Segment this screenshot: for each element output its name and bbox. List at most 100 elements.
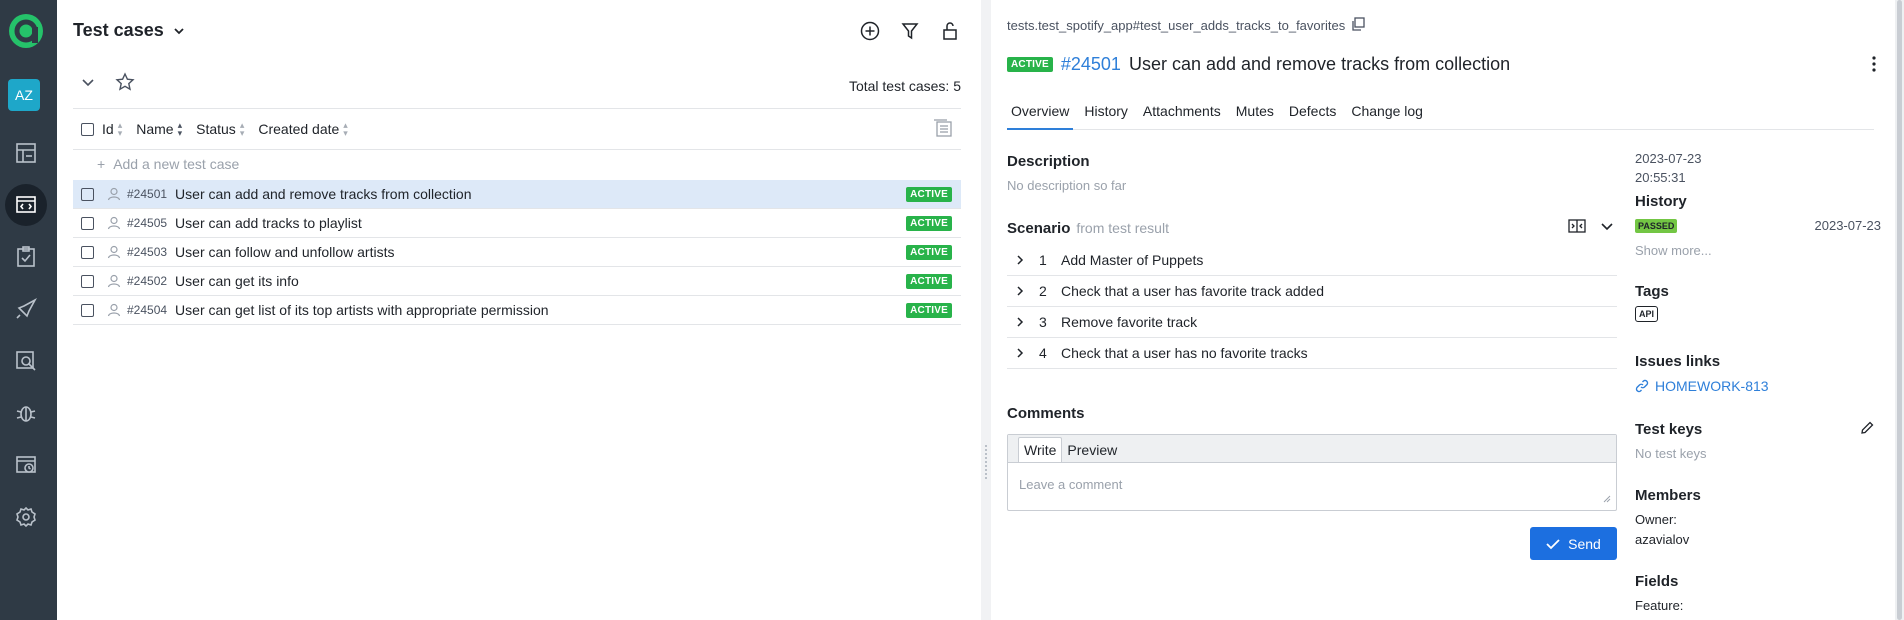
copy-icon[interactable] [1351, 17, 1365, 34]
tab-preview[interactable]: Preview [1062, 438, 1122, 462]
row-checkbox[interactable] [81, 187, 94, 201]
chevron-right-icon[interactable] [1015, 254, 1029, 266]
sort-icon: ▴ ▾ [177, 120, 183, 138]
history-date: 2023-07-23 [1814, 218, 1882, 233]
status-badge: ACTIVE [906, 273, 952, 289]
test-case-name: User can follow and unfollow artists [175, 244, 395, 260]
columns-settings-icon[interactable] [933, 118, 953, 140]
test-case-detail: tests.test_spotify_app#test_user_adds_tr… [991, 0, 1904, 620]
send-button[interactable]: Send [1530, 527, 1617, 560]
column-created-date[interactable]: Created date ▴ ▾ [258, 121, 347, 138]
tags-heading: Tags [1635, 283, 1669, 300]
tab-change-log[interactable]: Change log [1347, 100, 1427, 130]
person-icon [107, 274, 121, 288]
chevron-right-icon[interactable] [1015, 347, 1029, 359]
collapse-chevron-icon[interactable] [81, 75, 95, 89]
app-logo-icon[interactable] [7, 12, 45, 50]
table-row[interactable]: #24505 User can add tracks to playlist A… [73, 209, 961, 238]
owner-name: azavialov [1635, 532, 1690, 547]
scenario-step[interactable]: 2 Check that a user has favorite track a… [1007, 276, 1617, 307]
row-checkbox[interactable] [81, 274, 94, 288]
scenario-step[interactable]: 1 Add Master of Puppets [1007, 245, 1617, 276]
detail-title: ACTIVE #24501 User can add and remove tr… [1007, 54, 1510, 75]
status-badge: ACTIVE [1007, 57, 1053, 72]
chevron-down-icon [174, 27, 184, 34]
scenario-step[interactable]: 3 Remove favorite track [1007, 307, 1617, 338]
star-icon[interactable] [115, 72, 135, 92]
add-test-case-label: Add a new test case [113, 156, 240, 172]
dashboards-icon[interactable] [5, 132, 47, 174]
step-text: Add Master of Puppets [1061, 252, 1204, 268]
step-text: Check that a user has no favorite tracks [1061, 345, 1308, 361]
defects-icon[interactable] [5, 392, 47, 434]
resize-handle-icon[interactable] [1603, 490, 1611, 506]
chevron-right-icon[interactable] [1015, 285, 1029, 297]
test-case-id: #24502 [127, 274, 168, 288]
sort-icon: ▴ ▾ [239, 120, 245, 138]
comment-input[interactable]: Leave a comment [1019, 477, 1122, 492]
edit-icon[interactable] [1860, 421, 1874, 438]
test-case-title: User can add and remove tracks from coll… [1128, 54, 1511, 74]
row-checkbox[interactable] [81, 216, 94, 230]
tab-overview[interactable]: Overview [1007, 100, 1074, 130]
tag-chip[interactable]: API [1635, 306, 1659, 322]
issue-link[interactable]: HOMEWORK-813 [1635, 378, 1769, 394]
total-test-cases: Total test cases: 5 [848, 78, 961, 94]
tab-write[interactable]: Write [1018, 437, 1063, 462]
members-heading: Members [1635, 487, 1701, 504]
row-checkbox[interactable] [81, 245, 94, 259]
column-status-label: Status [196, 121, 236, 137]
scenario-step[interactable]: 4 Check that a user has no favorite trac… [1007, 338, 1617, 369]
tab-mutes[interactable]: Mutes [1232, 100, 1278, 130]
unlock-icon[interactable] [939, 20, 961, 42]
table-row[interactable]: #24501 User can add and remove tracks fr… [73, 180, 961, 209]
table-row[interactable]: #24502 User can get its info ACTIVE [73, 267, 961, 296]
add-icon[interactable] [859, 20, 881, 42]
fields-heading: Fields [1635, 573, 1679, 590]
table-row[interactable]: #24504 User can get list of its top arti… [73, 296, 961, 325]
show-more-link[interactable]: Show more... [1635, 243, 1712, 258]
more-options-icon[interactable] [1872, 56, 1876, 75]
created-datetime: 2023-07-23 20:55:31 [1635, 149, 1702, 187]
filter-icon[interactable] [899, 20, 921, 42]
check-icon [1546, 538, 1560, 549]
created-time: 20:55:31 [1635, 170, 1686, 185]
drag-handle-icon[interactable] [984, 444, 988, 480]
pane-splitter[interactable] [981, 0, 991, 620]
page-title-text: Test cases [73, 20, 164, 40]
issues-heading: Issues links [1635, 353, 1721, 370]
comment-editor: Write Preview Leave a comment [1007, 434, 1617, 511]
avatar[interactable]: AZ [8, 79, 40, 111]
test-cases-pane: Test cases Total test cases: 5 Id ▴ ▾ Name… [57, 0, 981, 620]
person-icon [107, 303, 121, 317]
test-plans-icon[interactable] [5, 236, 47, 278]
row-checkbox[interactable] [81, 303, 94, 317]
select-all-checkbox[interactable] [81, 122, 94, 136]
tab-history[interactable]: History [1080, 100, 1132, 130]
scenario-steps: 1 Add Master of Puppets 2 Check that a u… [1007, 245, 1617, 369]
scrollbar-thumb[interactable] [1897, 0, 1902, 620]
page-title[interactable]: Test cases [73, 20, 186, 41]
chevron-right-icon[interactable] [1015, 316, 1029, 328]
test-case-id: #24504 [127, 303, 168, 317]
launches-icon[interactable] [5, 288, 47, 330]
settings-icon[interactable] [5, 496, 47, 538]
test-case-id-link[interactable]: #24501 [1061, 54, 1121, 75]
column-status[interactable]: Status ▴ ▾ [196, 120, 245, 138]
jobs-icon[interactable] [5, 444, 47, 486]
tab-defects[interactable]: Defects [1285, 100, 1340, 130]
created-date: 2023-07-23 [1635, 151, 1702, 166]
analytics-icon[interactable] [5, 340, 47, 382]
test-cases-icon[interactable] [5, 184, 47, 226]
chevron-down-icon[interactable] [1600, 219, 1614, 236]
table-row[interactable]: #24503 User can follow and unfollow arti… [73, 238, 961, 267]
add-test-case-button[interactable]: + Add a new test case [97, 156, 239, 172]
test-keys-heading: Test keys [1635, 421, 1703, 438]
test-path-text: tests.test_spotify_app#test_user_adds_tr… [1007, 18, 1346, 33]
column-name[interactable]: Name ▴ ▾ [136, 120, 183, 138]
expand-steps-icon[interactable] [1568, 217, 1586, 238]
tab-attachments[interactable]: Attachments [1139, 100, 1225, 130]
scrollbar[interactable] [1895, 0, 1904, 620]
test-case-id: #24501 [127, 187, 168, 201]
column-id[interactable]: Id ▴ ▾ [102, 121, 122, 138]
